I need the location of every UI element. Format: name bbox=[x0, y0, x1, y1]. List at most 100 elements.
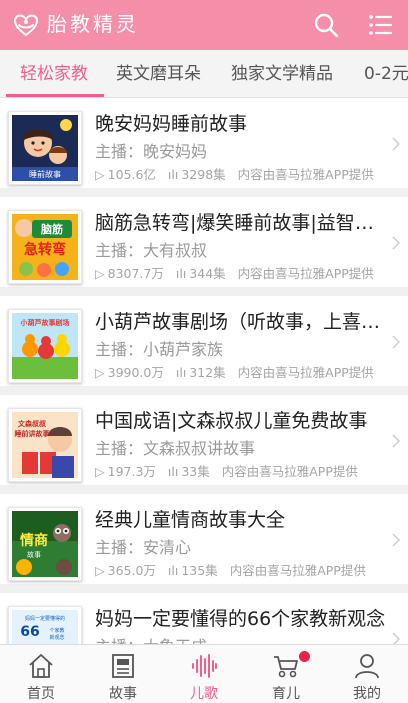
album-cover: 文森叔叔 睡前讲故事 bbox=[8, 408, 82, 482]
album-meta: ▷ 365.0万 ılı 135集 内容由喜马拉雅APP提供 bbox=[95, 563, 387, 579]
album-cover: 妈妈一定要懂得的 66 个家教 新观念 bbox=[8, 606, 82, 644]
svg-text:睡前讲故事: 睡前讲故事 bbox=[15, 429, 50, 438]
svg-text:情商: 情商 bbox=[20, 532, 48, 549]
svg-text:个家教: 个家教 bbox=[49, 627, 64, 634]
active-tab-indicator bbox=[6, 94, 104, 97]
play-count: 8307.7万 bbox=[107, 266, 164, 281]
episode-count: 135集 bbox=[181, 563, 218, 578]
list-item[interactable]: 妈妈一定要懂得的 66 个家教 新观念 妈妈一定要懂得的66个家教新观念 主播：… bbox=[0, 593, 408, 644]
audio-wave-icon: ılı bbox=[167, 563, 179, 578]
play-count: 105.6亿 bbox=[107, 167, 156, 182]
user-icon bbox=[355, 654, 379, 679]
list-item[interactable]: 脑筋 急转弯 脑筋急转弯|爆笑睡前故事|益智儿童故事 主播：大有叔叔 ▷8307… bbox=[0, 197, 408, 287]
nav-label: 首页 bbox=[27, 686, 55, 702]
audio-wave-icon: ılı bbox=[175, 266, 187, 281]
nav-profile[interactable]: 我的 bbox=[326, 645, 408, 703]
content-source: 内容由喜马拉雅APP提供 bbox=[237, 167, 374, 182]
content-source: 内容由喜马拉雅APP提供 bbox=[229, 563, 366, 578]
album-meta: ▷ 105.6亿 ılı 3298集 内容由喜马拉雅APP提供 bbox=[95, 167, 387, 183]
chevron-right-icon bbox=[392, 236, 401, 250]
album-cover: 小葫芦故事剧场 bbox=[8, 309, 82, 383]
episode-count: 344集 bbox=[189, 266, 226, 281]
home-icon bbox=[29, 654, 53, 678]
audio-wave-icon: ılı bbox=[175, 365, 187, 380]
album-list[interactable]: 睡前故事 晚安妈妈睡前故事 主播：晚安妈妈 ▷ 105.6亿 ılı 3298集 内容由… bbox=[0, 98, 408, 644]
play-icon: ▷ bbox=[95, 464, 105, 479]
cover-image-bedtime: 睡前故事 bbox=[12, 115, 78, 181]
list-item[interactable]: 睡前故事 晚安妈妈睡前故事 主播：晚安妈妈 ▷ 105.6亿 ılı 3298集 内容由… bbox=[0, 98, 408, 188]
album-meta: ▷ 197.3万 ılı 33集 内容由喜马拉雅APP提供 bbox=[95, 464, 387, 480]
app-title: 胎教精灵 bbox=[47, 12, 139, 36]
top-app-bar: 胎教精灵 bbox=[0, 0, 408, 50]
tab-english[interactable]: 英文磨耳朵 bbox=[116, 50, 201, 97]
album-title: 脑筋急转弯|爆笑睡前故事|益智儿童故事 bbox=[95, 212, 387, 234]
chevron-right-icon bbox=[392, 533, 401, 547]
svg-text:故事: 故事 bbox=[27, 550, 41, 559]
episode-count: 3298集 bbox=[181, 167, 226, 182]
content-source: 内容由喜马拉雅APP提供 bbox=[221, 464, 358, 479]
play-icon: ▷ bbox=[95, 266, 105, 281]
bottom-navigation: 首页 故事 儿歌 育儿 我的 bbox=[0, 644, 408, 703]
sound-wave-icon bbox=[192, 654, 217, 678]
play-icon: ▷ bbox=[95, 563, 105, 578]
list-menu-icon[interactable] bbox=[366, 11, 394, 39]
play-count: 365.0万 bbox=[107, 563, 156, 578]
play-icon: ▷ bbox=[95, 365, 105, 380]
nav-songs[interactable]: 儿歌 bbox=[163, 645, 245, 703]
stroller-icon bbox=[274, 656, 298, 678]
svg-text:急转弯: 急转弯 bbox=[24, 241, 66, 258]
cover-image-eq: 情商 故事 bbox=[12, 511, 78, 577]
album-title: 中国成语|文森叔叔儿童免费故事 bbox=[95, 410, 368, 432]
tab-price[interactable]: 0-2元 bbox=[364, 50, 408, 97]
list-item[interactable]: 情商 故事 经典儿童情商故事大全 主播：安清心 ▷ 365.0万 ılı 135集 内容… bbox=[0, 494, 408, 584]
album-host: 主播：小葫芦家族 bbox=[95, 340, 224, 359]
audio-wave-icon: ılı bbox=[167, 464, 179, 479]
search-icon[interactable] bbox=[312, 11, 340, 39]
svg-text:66: 66 bbox=[20, 624, 39, 640]
chevron-right-icon bbox=[392, 434, 401, 448]
book-icon bbox=[112, 654, 134, 678]
play-icon: ▷ bbox=[95, 167, 105, 182]
cover-image-idioms: 文森叔叔 睡前讲故事 bbox=[12, 412, 78, 478]
nav-label: 我的 bbox=[353, 686, 381, 702]
album-meta: ▷ 3990.0万 ılı 312集 内容由喜马拉雅APP提供 bbox=[95, 365, 387, 381]
album-host: 主播：大象天成 bbox=[95, 636, 207, 644]
album-title: 妈妈一定要懂得的66个家教新观念 bbox=[95, 608, 386, 630]
nav-parenting[interactable]: 育儿 bbox=[245, 645, 327, 703]
chevron-right-icon bbox=[392, 632, 401, 644]
nav-label: 育儿 bbox=[272, 686, 300, 702]
notification-dot bbox=[299, 651, 310, 662]
tab-relaxed-tutoring[interactable]: 轻松家教 bbox=[20, 50, 88, 97]
album-host: 主播：大有叔叔 bbox=[95, 241, 208, 260]
svg-text:脑筋: 脑筋 bbox=[41, 222, 63, 236]
album-title: 小葫芦故事剧场（听故事，上喜马拉雅） bbox=[95, 311, 387, 333]
play-count: 3990.0万 bbox=[107, 365, 164, 380]
episode-count: 312集 bbox=[189, 365, 226, 380]
list-item[interactable]: 小葫芦故事剧场 小葫芦故事剧场（听故事，上喜马拉雅） 主播：小葫芦家族 ▷399… bbox=[0, 296, 408, 386]
nav-label: 儿歌 bbox=[190, 686, 218, 702]
svg-text:文森叔叔: 文森叔叔 bbox=[18, 419, 47, 428]
nav-stories[interactable]: 故事 bbox=[82, 645, 164, 703]
heart-hands-icon bbox=[13, 14, 39, 37]
cover-image-parenting: 妈妈一定要懂得的 66 个家教 新观念 bbox=[12, 610, 78, 644]
tab-literature[interactable]: 独家文学精品 bbox=[231, 50, 333, 97]
chevron-right-icon bbox=[392, 335, 401, 349]
svg-text:妈妈一定要懂得的: 妈妈一定要懂得的 bbox=[25, 615, 65, 622]
nav-home[interactable]: 首页 bbox=[0, 645, 82, 703]
album-host: 主播：安清心 bbox=[95, 538, 192, 557]
album-cover: 睡前故事 bbox=[8, 111, 82, 185]
cover-image-gourd: 小葫芦故事剧场 bbox=[12, 313, 78, 379]
album-host: 主播：文森叔叔讲故事 bbox=[95, 439, 256, 458]
app-screen: 胎教精灵 轻松家教 英文磨耳朵 独家文学精品 0-2元 睡前故事 晚安妈妈睡前故… bbox=[0, 0, 408, 703]
svg-text:小葫芦故事剧场: 小葫芦故事剧场 bbox=[20, 318, 70, 327]
episode-count: 33集 bbox=[181, 464, 210, 479]
content-source: 内容由喜马拉雅APP提供 bbox=[237, 365, 374, 380]
album-host: 主播：晚安妈妈 bbox=[95, 142, 208, 161]
nav-label: 故事 bbox=[109, 686, 137, 702]
play-count: 197.3万 bbox=[107, 464, 156, 479]
content-source: 内容由喜马拉雅APP提供 bbox=[237, 266, 374, 281]
svg-text:新观念: 新观念 bbox=[49, 634, 64, 641]
list-item[interactable]: 文森叔叔 睡前讲故事 中国成语|文森叔叔儿童免费故事 主播：文森叔叔讲故事 ▷ 1… bbox=[0, 395, 408, 485]
svg-text:睡前故事: 睡前故事 bbox=[29, 169, 61, 179]
album-meta: ▷ 8307.7万 ılı 344集 内容由喜马拉雅APP提供 bbox=[95, 266, 387, 282]
